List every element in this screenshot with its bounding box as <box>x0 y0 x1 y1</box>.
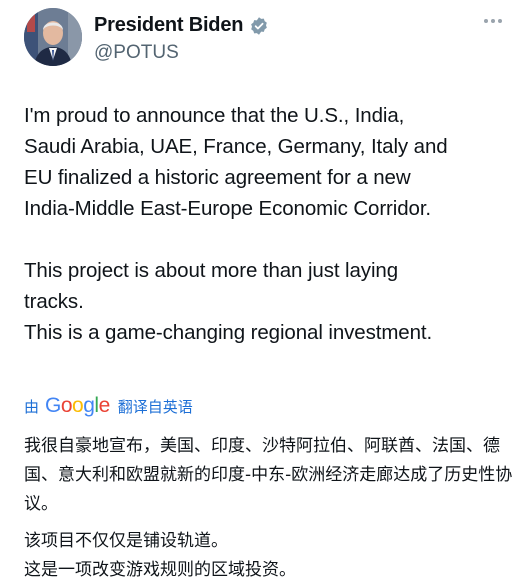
translate-by-label: 由 <box>24 398 40 416</box>
tweet-text: I'm proud to announce that the U.S., Ind… <box>24 100 519 348</box>
translated-paragraph: 我很自豪地宣布，美国、印度、沙特阿拉伯、阿联酋、法国、德国、意大利和欧盟就新的印… <box>24 436 513 514</box>
tweet-header: President Biden @POTUS <box>24 8 514 74</box>
translated-paragraph: 该项目不仅仅是铺设轨道。 这是一项改变游戏规则的区域投资。 <box>24 531 296 580</box>
author-handle[interactable]: @POTUS <box>94 42 179 64</box>
author-name[interactable]: President Biden <box>94 14 243 37</box>
avatar-image <box>24 8 82 66</box>
translate-link[interactable]: 由 Google 翻译自英语 <box>24 394 193 418</box>
verified-badge-icon <box>251 16 268 35</box>
tweet-paragraph: This project is about more than just lay… <box>24 259 433 344</box>
google-logo: Google <box>45 394 110 417</box>
more-options-icon[interactable] <box>484 14 508 28</box>
avatar[interactable] <box>24 8 82 66</box>
translated-text: 我很自豪地宣布，美国、印度、沙特阿拉伯、阿联酋、法国、德国、意大利和欧盟就新的印… <box>24 432 520 585</box>
tweet-paragraph: I'm proud to announce that the U.S., Ind… <box>24 104 448 220</box>
translate-label: 翻译自英语 <box>117 398 193 416</box>
